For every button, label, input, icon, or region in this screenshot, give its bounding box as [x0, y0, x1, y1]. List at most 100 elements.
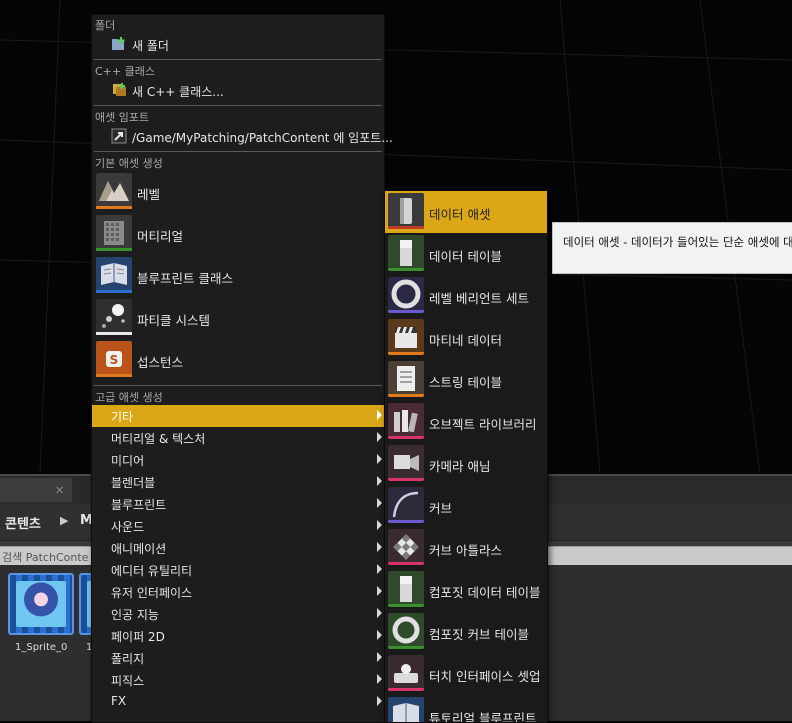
create-composite-curve-table-item[interactable]: 컴포짓 커브 테이블	[385, 611, 547, 653]
create-composite-curve-table-label: 컴포짓 커브 테이블	[429, 627, 529, 642]
chevron-right-icon	[377, 630, 382, 640]
submenu-label: 사운드	[111, 520, 145, 534]
submenu-label: 폴리지	[111, 652, 145, 666]
create-touch-interface-setup-item[interactable]: 터치 인터페이스 셋업	[385, 653, 547, 695]
submenu-label: 피직스	[111, 674, 145, 688]
create-string-table-label: 스트링 테이블	[429, 375, 502, 390]
chevron-right-icon	[377, 564, 382, 574]
sprite-image	[16, 581, 66, 627]
close-icon[interactable]: ✕	[55, 484, 64, 497]
submenu-misc[interactable]: 기타	[92, 405, 384, 427]
submenu-foliage[interactable]: 폴리지	[92, 647, 384, 669]
create-material-item[interactable]: 머티리얼	[92, 214, 384, 254]
submenu-paper-2d[interactable]: 페이퍼 2D	[92, 625, 384, 647]
submenu-animation[interactable]: 애니메이션	[92, 537, 384, 559]
create-object-library-item[interactable]: 오브젝트 라이브러리	[385, 401, 547, 443]
section-header-cpp: C++ 클래스	[95, 65, 155, 78]
create-camera-anim-label: 카메라 애님	[429, 459, 491, 474]
asset-name: 1_Sprite_0	[15, 642, 68, 653]
chevron-right-icon	[377, 652, 382, 662]
create-particle-system-label: 파티클 시스템	[137, 313, 210, 328]
submenu-editor-utilities[interactable]: 에디터 유틸리티	[92, 559, 384, 581]
chevron-right-icon	[377, 608, 382, 618]
create-data-asset-item[interactable]: 데이터 애셋	[385, 191, 547, 233]
create-substance-item[interactable]: S 섭스턴스	[92, 340, 384, 380]
create-level-variant-sets-item[interactable]: 레벨 베리언트 세트	[385, 275, 547, 317]
create-level-variant-sets-label: 레벨 베리언트 세트	[429, 291, 529, 306]
folder-add-icon	[112, 37, 125, 50]
create-curve-item[interactable]: 커브	[385, 485, 547, 527]
new-folder-item[interactable]: 새 폴더	[92, 34, 384, 56]
level-variant-sets-icon	[388, 277, 424, 313]
string-table-icon	[388, 361, 424, 397]
section-header-basic: 기본 애셋 생성	[95, 157, 163, 170]
particle-icon	[96, 299, 132, 335]
submenu-label: 기타	[111, 410, 134, 424]
chevron-right-icon	[377, 432, 382, 442]
create-curve-label: 커브	[429, 501, 453, 516]
chevron-right-icon	[377, 476, 382, 486]
create-material-label: 머티리얼	[137, 229, 184, 244]
chevron-right-icon	[377, 542, 382, 552]
create-data-table-item[interactable]: 데이터 테이블	[385, 233, 547, 275]
create-level-label: 레벨	[137, 187, 161, 202]
tooltip-text: 데이터 애셋 - 데이터가 들어있는 단순 애셋에 대	[563, 235, 792, 249]
submenu-media[interactable]: 미디어	[92, 449, 384, 471]
data-asset-icon	[388, 193, 424, 229]
submenu-fx[interactable]: FX	[92, 691, 384, 713]
submenu-materials-textures[interactable]: 머티리얼 & 텍스처	[92, 427, 384, 449]
chevron-right-icon	[377, 498, 382, 508]
create-composite-data-table-label: 컴포짓 데이터 테이블	[429, 585, 541, 600]
divider	[94, 151, 382, 152]
create-string-table-item[interactable]: 스트링 테이블	[385, 359, 547, 401]
create-curve-atlas-item[interactable]: 커브 아틀라스	[385, 527, 547, 569]
create-blueprint-class-label: 블루프린트 클래스	[137, 271, 233, 286]
new-cpp-class-item[interactable]: 새 C++ 클래스...	[92, 80, 384, 102]
submenu-blueprints[interactable]: 블루프린트	[92, 493, 384, 515]
matinee-data-icon	[388, 319, 424, 355]
submenu-physics[interactable]: 피직스	[92, 669, 384, 691]
submenu-artificial-intelligence[interactable]: 인공 지능	[92, 603, 384, 625]
create-tutorial-blueprint-item[interactable]: 튜토리얼 블루프린트	[385, 695, 547, 722]
submenu-sounds[interactable]: 사운드	[92, 515, 384, 537]
composite-data-table-icon	[388, 571, 424, 607]
asset-thumbnail[interactable]	[8, 573, 74, 635]
section-header-advanced: 고급 애셋 생성	[95, 391, 163, 404]
create-matinee-data-item[interactable]: 마티네 데이터	[385, 317, 547, 359]
level-icon	[96, 173, 132, 209]
create-particle-system-item[interactable]: 파티클 시스템	[92, 298, 384, 338]
svg-text:S: S	[110, 353, 119, 367]
search-placeholder: 검색 PatchConte	[2, 551, 89, 564]
data-table-icon	[388, 235, 424, 271]
create-blueprint-class-item[interactable]: 블루프린트 클래스	[92, 256, 384, 296]
submenu-label: 머티리얼 & 텍스처	[111, 432, 206, 446]
touch-interface-icon	[388, 655, 424, 691]
curve-atlas-icon	[388, 529, 424, 565]
new-folder-label: 새 폴더	[132, 39, 169, 53]
chevron-right-icon: ▶	[60, 514, 69, 527]
submenu-blendables[interactable]: 블렌더블	[92, 471, 384, 493]
import-item[interactable]: /Game/MyPatching/PatchContent 에 임포트...	[92, 126, 393, 148]
create-touch-interface-setup-label: 터치 인터페이스 셋업	[429, 669, 541, 684]
camera-anim-icon	[388, 445, 424, 481]
submenu-label: 미디어	[111, 454, 145, 468]
content-browser-tab[interactable]: ✕	[0, 478, 72, 502]
divider	[94, 59, 382, 60]
chevron-right-icon	[377, 586, 382, 596]
cpp-class-icon	[113, 83, 126, 96]
misc-submenu: 데이터 애셋 데이터 테이블 레벨 베리언트 세트 마티네 데이터 스트링 테이…	[384, 190, 548, 723]
submenu-label: 인공 지능	[111, 608, 159, 622]
create-level-item[interactable]: 레벨	[92, 172, 384, 212]
submenu-user-interface[interactable]: 유저 인터페이스	[92, 581, 384, 603]
create-composite-data-table-item[interactable]: 컴포짓 데이터 테이블	[385, 569, 547, 611]
chevron-right-icon	[377, 674, 382, 684]
section-header-folder: 폴더	[95, 19, 116, 32]
tutorial-blueprint-icon	[388, 697, 424, 722]
tooltip: 데이터 애셋 - 데이터가 들어있는 단순 애셋에 대	[552, 222, 792, 274]
composite-curve-table-icon	[388, 613, 424, 649]
chevron-right-icon	[377, 410, 382, 420]
submenu-label: 페이퍼 2D	[111, 630, 165, 644]
material-icon	[96, 215, 132, 251]
breadcrumb-root[interactable]: 콘텐츠	[5, 513, 41, 532]
create-camera-anim-item[interactable]: 카메라 애님	[385, 443, 547, 485]
